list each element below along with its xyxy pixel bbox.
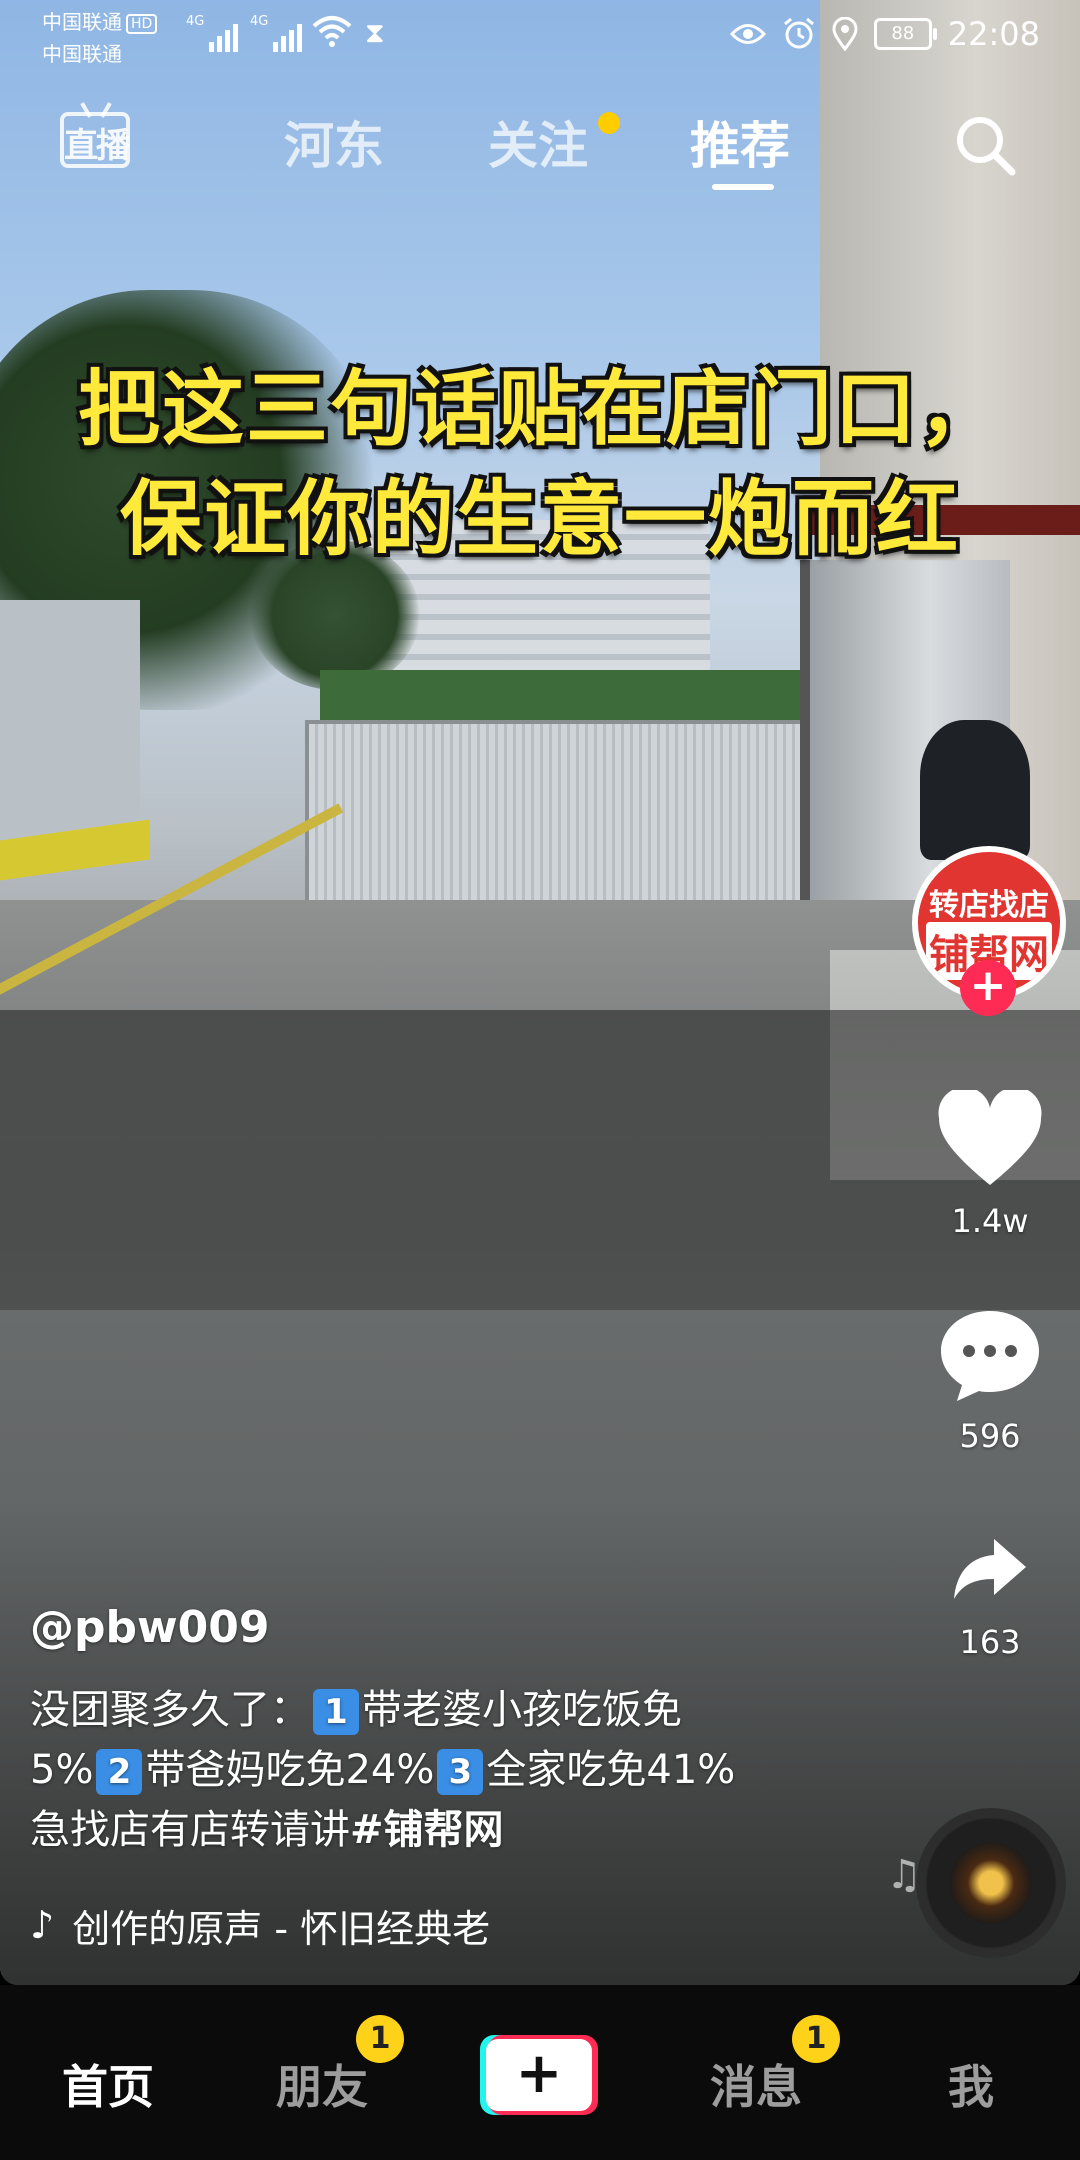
signal-1-icon: 4G — [186, 14, 239, 52]
music-disc[interactable] — [916, 1808, 1066, 1958]
active-tab-indicator — [712, 184, 774, 190]
hd-badge: HD — [126, 13, 158, 34]
wifi-icon — [312, 16, 352, 47]
avatar-text-1: 转店找店 — [918, 880, 1060, 924]
following-new-dot — [598, 112, 620, 134]
friends-badge: 1 — [356, 2015, 404, 2063]
create-button[interactable]: + — [480, 2035, 598, 2115]
alarm-icon — [783, 17, 814, 49]
location-icon — [832, 17, 858, 51]
clock: 22:08 — [947, 15, 1040, 53]
top-nav: 直播 河东 关注 推荐 — [0, 90, 1080, 200]
desc-text: 没团聚多久了： — [30, 1687, 310, 1733]
carrier-1-label: 中国联通 — [42, 10, 122, 34]
music-row[interactable]: ♪ 创作的原声 - 怀旧经典老 — [30, 1900, 572, 1951]
scene-building-left — [0, 600, 140, 850]
like-count: 1.4w — [951, 1202, 1029, 1240]
comment-icon — [941, 1311, 1039, 1401]
description-line-1: 没团聚多久了： 1 带老婆小孩吃饭免 — [30, 1680, 790, 1740]
music-title: 创作的原声 - 怀旧经典老 — [72, 1906, 491, 1951]
status-bar: 中国联通 HD 中国联通 4G 4G ⧗ 88 22:08 — [0, 0, 1080, 70]
carrier-1: 中国联通 HD — [42, 10, 158, 34]
tiktok-note-icon: ♪ — [30, 1903, 55, 1947]
battery-icon: 88 — [873, 18, 937, 50]
like-button[interactable]: 1.4w — [930, 1087, 1050, 1240]
live-label: 直播 — [64, 126, 130, 166]
tab-friends[interactable]: 朋友 — [276, 2051, 368, 2117]
comment-count: 596 — [959, 1417, 1021, 1455]
app-screen: 把这三句话贴在店门口， 保证你的生意一炮而红 中国联通 HD 中国联通 4G 4G… — [0, 0, 1080, 2160]
scene-person — [920, 720, 1030, 860]
hourglass-icon: ⧗ — [365, 16, 385, 49]
plus-icon: + — [515, 2041, 563, 2106]
status-right: 88 22:08 — [729, 14, 1040, 54]
description-line-2: 5% 2 带爸妈吃免24% 3 全家吃免41% — [30, 1740, 790, 1800]
creator-username[interactable]: @pbw009 — [30, 1602, 270, 1653]
messages-badge: 1 — [792, 2015, 840, 2063]
music-cover — [950, 1842, 1032, 1924]
signal-2-icon: 4G — [250, 14, 303, 52]
share-count: 163 — [959, 1623, 1021, 1661]
video-caption-line-1: 把这三句话贴在店门口， — [77, 362, 1002, 457]
desc-text: 全家吃免41% — [486, 1747, 736, 1793]
follow-button[interactable]: + — [960, 960, 1016, 1016]
comment-button[interactable]: 596 — [930, 1305, 1050, 1455]
tab-me[interactable]: 我 — [948, 2051, 994, 2117]
heart-icon — [938, 1087, 1042, 1185]
description-line-3: 急找店有店转请讲#铺帮网 — [30, 1800, 790, 1860]
eye-icon — [729, 24, 766, 44]
hashtag-link[interactable]: #铺帮网 — [350, 1807, 504, 1853]
tab-home[interactable]: 首页 — [62, 2051, 154, 2117]
desc-text: 带爸妈吃免24% — [145, 1747, 435, 1793]
scene-gate — [305, 720, 808, 918]
share-button[interactable]: 163 — [930, 1535, 1050, 1661]
tab-hedong[interactable]: 河东 — [284, 106, 384, 178]
scene-shadow — [0, 1010, 1080, 1310]
keycap-3: 3 — [437, 1749, 484, 1795]
keycap-1: 1 — [313, 1689, 359, 1735]
search-icon[interactable] — [952, 112, 1018, 178]
bottom-tab-bar: 首页 朋友 1 + 消息 1 我 — [0, 1985, 1080, 2160]
video-caption-line-2: 保证你的生意一炮而红 — [119, 472, 960, 567]
share-icon — [954, 1539, 1026, 1599]
carrier-2: 中国联通 — [42, 42, 122, 66]
desc-text: 带老婆小孩吃饭免 — [362, 1687, 682, 1733]
desc-text: 5% — [30, 1747, 94, 1793]
tab-messages[interactable]: 消息 — [710, 2051, 802, 2117]
live-button[interactable]: 直播 — [56, 102, 136, 172]
keycap-2: 2 — [96, 1749, 143, 1795]
network-type-2: 4G — [250, 14, 269, 29]
network-type-1: 4G — [186, 14, 205, 29]
tab-following[interactable]: 关注 — [488, 106, 588, 178]
desc-text: 急找店有店转请讲 — [30, 1807, 350, 1853]
tab-recommend[interactable]: 推荐 — [690, 106, 790, 178]
